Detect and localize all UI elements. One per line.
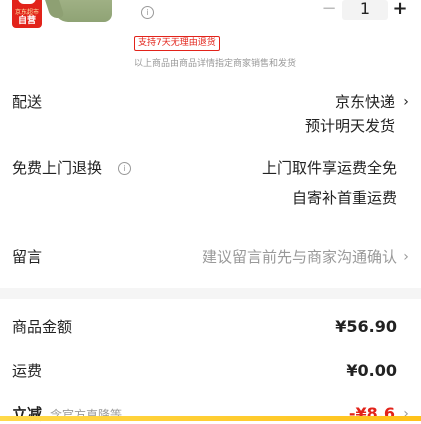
- message-label: 留言: [12, 248, 43, 266]
- message-input[interactable]: 建议留言前先与商家沟通确认: [137, 247, 397, 267]
- delivery-label: 配送: [12, 93, 43, 111]
- quantity-increase-button[interactable]: +: [390, 0, 410, 19]
- free-return-label: 免费上门退换: [12, 159, 103, 177]
- info-icon[interactable]: i: [141, 6, 154, 19]
- seller-note: 以上商品由商品详情指定商家销售和发货: [134, 59, 297, 69]
- badge-line-1: 京东超市: [14, 9, 39, 16]
- store-badge-thumbnail: 京东超市 自营: [12, 0, 42, 28]
- message-chevron-icon[interactable]: ›: [401, 247, 411, 267]
- badge-line-2: 自营: [17, 16, 36, 26]
- section-divider: [0, 288, 421, 299]
- quantity-decrease-button[interactable]: −: [320, 0, 338, 18]
- discount-chevron-icon[interactable]: ›: [401, 404, 411, 424]
- shipping-amount-value: ¥0.00: [346, 361, 397, 380]
- free-return-info-icon[interactable]: i: [118, 162, 131, 175]
- bottom-action-bar: [0, 416, 421, 421]
- shipping-label: 运费: [12, 362, 43, 380]
- discount-amount-value[interactable]: -¥8.6: [295, 404, 395, 424]
- goods-amount-label: 商品金额: [12, 318, 73, 336]
- goods-amount-value: ¥56.90: [335, 317, 397, 336]
- free-return-self-send: 自寄补首重运费: [291, 189, 397, 207]
- discount-label: 立减: [12, 405, 43, 423]
- product-thumbnail[interactable]: [54, 0, 112, 22]
- free-return-pickup: 上门取件享运费全免: [261, 159, 397, 177]
- delivery-method[interactable]: 京东快递: [195, 92, 395, 112]
- delivery-chevron-icon[interactable]: ›: [401, 92, 411, 112]
- quantity-input[interactable]: 1: [342, 0, 388, 20]
- delivery-eta: 预计明天发货: [304, 117, 395, 135]
- return-policy-tag: 支持7天无理由退货: [134, 36, 220, 51]
